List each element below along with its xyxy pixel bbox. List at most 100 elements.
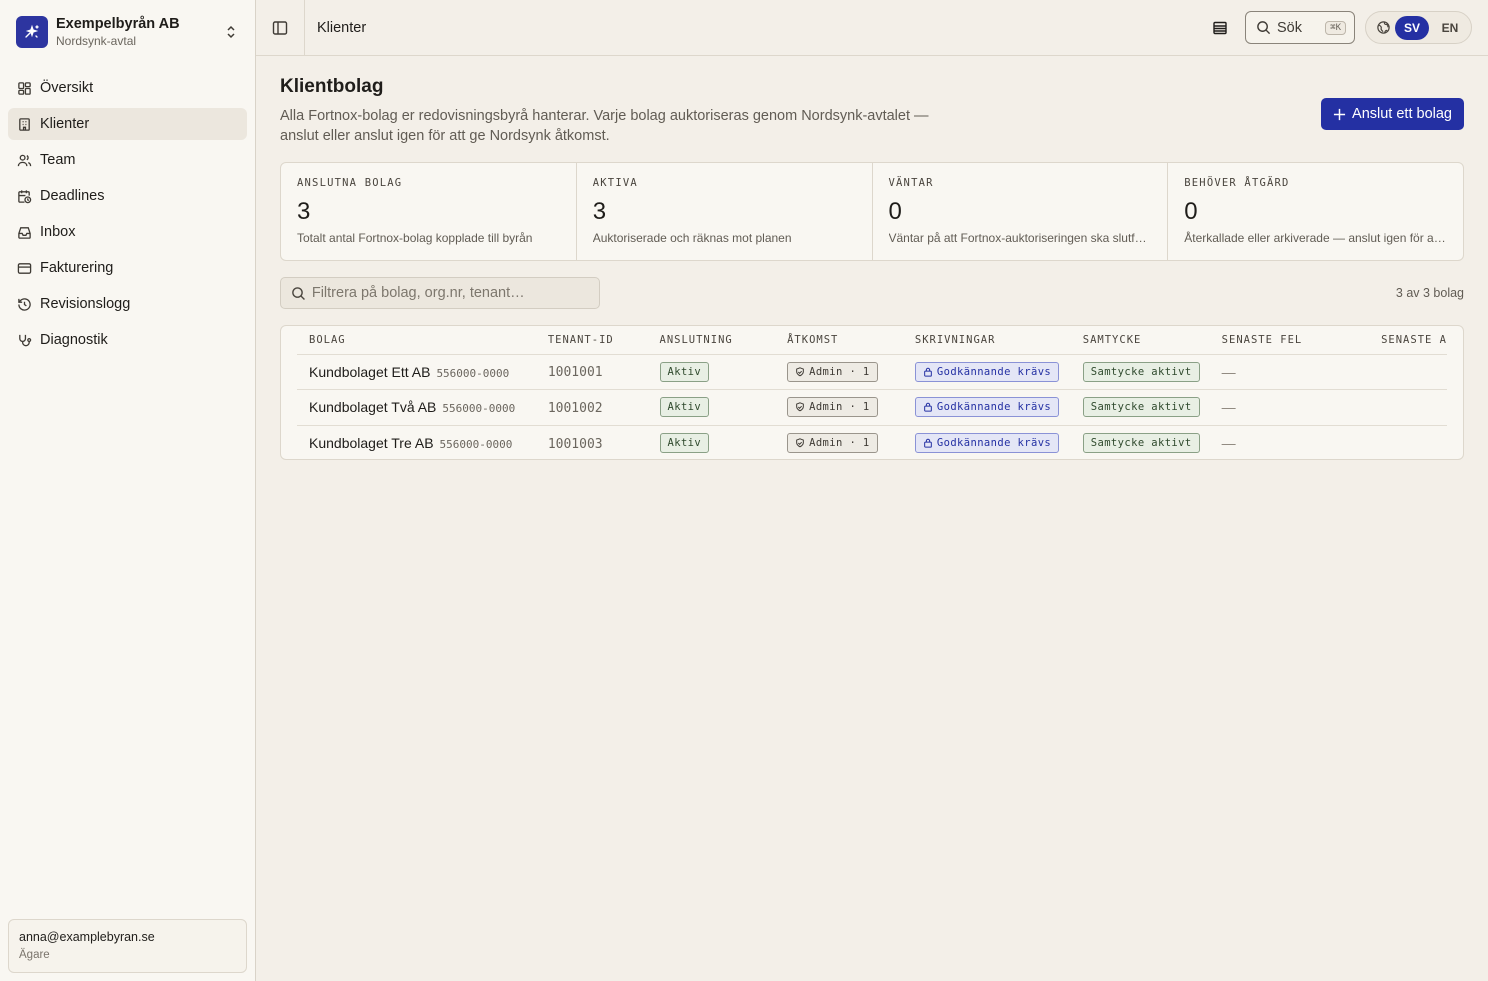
company-name[interactable]: Kundbolaget Tre AB (309, 435, 434, 451)
sidebar-item-label: Diagnostik (40, 332, 108, 348)
stat-label: AKTIVA (592, 177, 638, 189)
lock-icon (924, 403, 932, 412)
filter-field (280, 277, 600, 309)
result-count: 3 av 3 bolag (1395, 286, 1464, 300)
history-icon (16, 296, 32, 312)
tenant-id: 1001002 (547, 400, 603, 416)
page-description: Alla Fortnox-bolag er redovisningsbyrå h… (280, 108, 929, 144)
stat-value: 3 (592, 198, 607, 225)
org-logo-icon (16, 16, 48, 48)
stat-connected: ANSLUTNA BOLAG 3 Totalt antal Fortnox-bo… (281, 163, 577, 260)
writes-badge: Godkännande krävs (914, 361, 1060, 382)
table-row[interactable]: Kundbolaget Tre AB 556000-0000 1001003 Ak… (297, 425, 1447, 459)
stat-value: 3 (297, 198, 311, 225)
globe-icon (1377, 21, 1390, 34)
column-header[interactable]: SENASTE FEL (1209, 326, 1370, 355)
search-shortcut: ⌘K (1325, 20, 1346, 35)
access-label: Admin · 1 (809, 437, 870, 449)
sidebar-nav: Översikt Klienter Team Deadlines Inbox F… (8, 72, 247, 356)
table-row[interactable]: Kundbolaget Ett AB 556000-0000 1001001 Ak… (297, 354, 1447, 390)
calendar-clock-icon (16, 188, 32, 204)
writes-badge: Godkännande krävs (914, 433, 1060, 453)
access-badge: Admin · 1 (787, 361, 878, 382)
filter-input[interactable] (311, 285, 589, 301)
stat-description: Väntar på att Fortnox-auktoriseringen sk… (888, 231, 1152, 245)
writes-label: Godkännande krävs (936, 437, 1052, 449)
shield-check-icon (796, 367, 804, 377)
org-switcher[interactable]: Exempelbyrån AB Nordsynk-avtal (8, 0, 247, 64)
sidebar-item-label: Inbox (40, 224, 76, 240)
search-icon (292, 286, 305, 300)
companies-table: BOLAG TENANT-ID ANSLUTNING ÅTKOMST SKRIV… (280, 325, 1464, 460)
search-button[interactable]: Sök ⌘K (1245, 11, 1355, 44)
consent-badge: Samtycke aktivt (1082, 397, 1200, 418)
lang-sv-button[interactable]: SV (1395, 15, 1429, 40)
language-switcher: SV EN (1365, 11, 1472, 44)
credit-card-icon (16, 260, 32, 276)
stat-label: VÄNTAR (888, 177, 934, 189)
sidebar-item-revisionslogg[interactable]: Revisionslogg (8, 288, 247, 320)
access-badge: Admin · 1 (787, 397, 878, 418)
user-role: Ägare (19, 949, 50, 961)
consent-badge: Samtycke aktivt (1082, 361, 1200, 382)
list-icon (1213, 21, 1227, 34)
writes-badge: Godkännande krävs (914, 397, 1060, 418)
sidebar-item-oversikt[interactable]: Översikt (8, 72, 247, 104)
sidebar-item-label: Deadlines (40, 188, 105, 204)
search-label: Sök (1277, 19, 1302, 36)
column-header[interactable]: SAMTYCKE (1070, 326, 1210, 355)
company-org-number: 556000-0000 (439, 438, 513, 451)
company-name[interactable]: Kundbolaget Ett AB (309, 364, 430, 380)
sidebar-item-label: Fakturering (40, 260, 114, 276)
stats-panel: ANSLUTNA BOLAG 3 Totalt antal Fortnox-bo… (280, 162, 1464, 261)
last-error: — (1221, 399, 1236, 416)
lang-en-button[interactable]: EN (1433, 16, 1467, 40)
column-header[interactable]: SENASTE A (1369, 326, 1447, 355)
table-row[interactable]: Kundbolaget Två AB 556000-0000 1001002 Ak… (297, 389, 1447, 426)
consent-badge: Samtycke aktivt (1082, 433, 1200, 453)
stat-needs-action: BEHÖVER ÅTGÄRD 0 Återkallade eller arkiv… (1168, 163, 1463, 260)
sidebar-toggle-icon (272, 20, 288, 35)
page-content: Klientbolag Alla Fortnox-bolag er redovi… (256, 56, 1488, 460)
user-menu[interactable]: anna@examplebyran.se Ägare (8, 919, 247, 973)
tenant-id: 1001003 (547, 436, 603, 452)
stat-pending: VÄNTAR 0 Väntar på att Fortnox-auktorise… (873, 163, 1169, 260)
access-label: Admin · 1 (809, 365, 870, 378)
connect-company-button[interactable]: Anslut ett bolag (1321, 98, 1464, 130)
connection-status-badge: Aktiv (659, 361, 710, 382)
last-error: — (1221, 435, 1236, 451)
topbar: Klienter Sök ⌘K SV EN (256, 0, 1488, 56)
sidebar-toggle-button[interactable] (256, 0, 305, 55)
sidebar-item-team[interactable]: Team (8, 144, 247, 176)
shield-check-icon (796, 438, 804, 448)
writes-label: Godkännande krävs (936, 401, 1052, 414)
sidebar-item-inbox[interactable]: Inbox (8, 216, 247, 248)
users-icon (16, 152, 32, 168)
page-title: Klientbolag (280, 76, 384, 97)
plus-icon (1333, 108, 1346, 120)
stat-label: BEHÖVER ÅTGÄRD (1184, 177, 1290, 189)
stat-description: Totalt antal Fortnox-bolag kopplade till… (297, 231, 533, 245)
sidebar-item-deadlines[interactable]: Deadlines (8, 180, 247, 212)
column-header[interactable]: BOLAG (297, 326, 536, 355)
sidebar-item-diagnostik[interactable]: Diagnostik (8, 324, 247, 356)
company-name[interactable]: Kundbolaget Två AB (309, 399, 436, 415)
column-header[interactable]: ANSLUTNING (647, 326, 776, 355)
sidebar-item-klienter[interactable]: Klienter (8, 108, 247, 140)
sidebar-item-label: Revisionslogg (40, 296, 131, 312)
column-header[interactable]: SKRIVNINGAR (902, 326, 1071, 355)
chevron-up-down-icon[interactable] (223, 24, 239, 40)
sidebar-item-label: Klienter (40, 116, 90, 132)
column-header[interactable]: ÅTKOMST (775, 326, 903, 355)
org-name: Exempelbyrån AB (56, 15, 180, 32)
sidebar-item-fakturering[interactable]: Fakturering (8, 252, 247, 284)
company-org-number: 556000-0000 (442, 402, 516, 416)
stethoscope-icon (16, 332, 32, 348)
stat-label: ANSLUTNA BOLAG (297, 177, 403, 189)
user-email: anna@examplebyran.se (19, 930, 155, 944)
access-badge: Admin · 1 (787, 433, 878, 453)
building-icon (16, 116, 32, 132)
inbox-icon (16, 224, 32, 240)
column-header[interactable]: TENANT-ID (535, 326, 648, 355)
density-button[interactable] (1205, 13, 1235, 43)
